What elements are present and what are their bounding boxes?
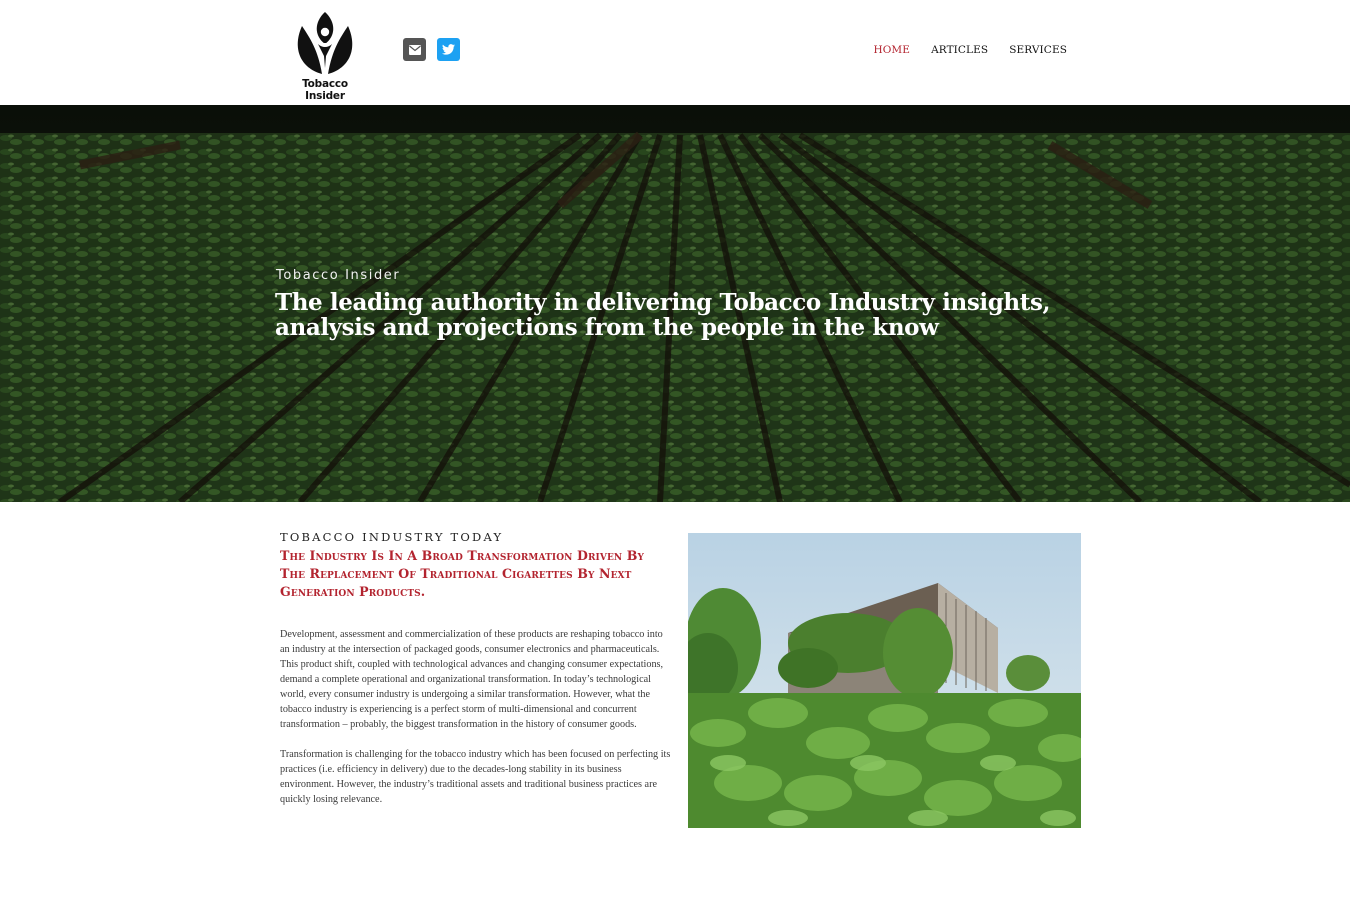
hero-title: The leading authority in delivering Toba…	[275, 289, 1051, 341]
envelope-icon	[408, 44, 421, 55]
paragraph-1: Development, assessment and commercializ…	[280, 629, 664, 730]
twitter-icon	[442, 44, 455, 55]
nav-home[interactable]: HOME	[873, 44, 910, 56]
logo[interactable]: Tobacco Insider	[282, 10, 368, 102]
tobacco-leaf-logo-icon	[297, 12, 353, 74]
logo-text: Tobacco Insider	[302, 78, 348, 102]
section-heading: The Industry Is In A Broad Transformatio…	[280, 548, 644, 599]
barn-photo	[688, 533, 1081, 828]
nav-services[interactable]: SERVICES	[1009, 44, 1067, 56]
site-header: Tobacco Insider HOME ARTICLES SERVICES	[0, 0, 1350, 105]
tobacco-barn-image	[688, 533, 1081, 828]
email-button[interactable]	[403, 38, 426, 61]
paragraph-2: Transformation is challenging for the to…	[280, 749, 671, 805]
section-kicker: Tobacco Industry Today	[280, 530, 504, 544]
intro-section: Tobacco Industry Today The Industry Is I…	[280, 530, 672, 807]
hero-banner: Tobacco Insider The leading authority in…	[0, 105, 1350, 502]
twitter-button[interactable]	[437, 38, 460, 61]
hero-kicker: Tobacco Insider	[276, 268, 401, 283]
main-nav: HOME ARTICLES SERVICES	[873, 44, 1067, 56]
nav-articles[interactable]: ARTICLES	[931, 44, 988, 56]
